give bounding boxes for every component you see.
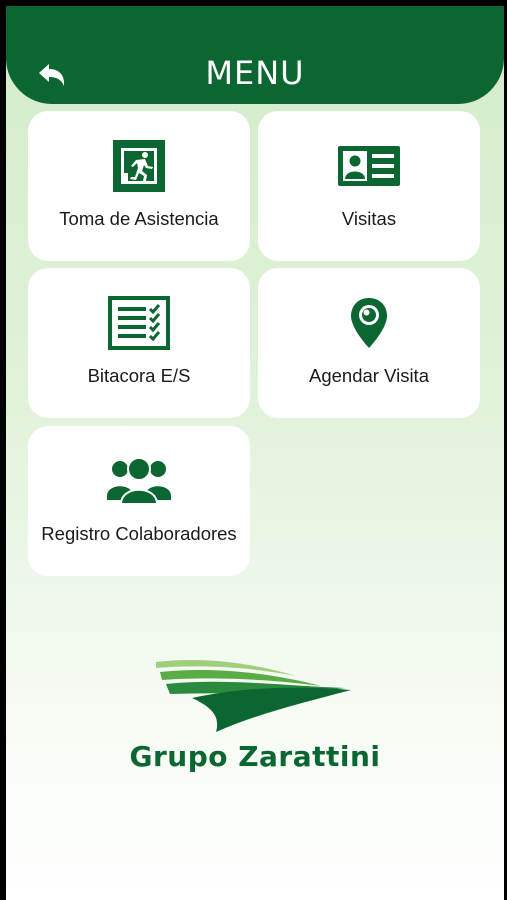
icon-wrapper — [28, 137, 250, 195]
app-screen: MENU Toma de Asistencia Visitas Bitacora… — [6, 6, 504, 900]
group-users-icon — [107, 457, 171, 505]
icon-wrapper — [258, 137, 480, 195]
menu-item-agendar-visita[interactable]: Agendar Visita — [258, 268, 480, 418]
menu-item-bitacora-es[interactable]: Bitacora E/S — [28, 268, 250, 418]
menu-item-label: Toma de Asistencia — [59, 208, 219, 229]
location-pin-icon — [351, 298, 387, 348]
menu-item-label: Registro Colaboradores — [41, 523, 237, 544]
checklist-icon — [108, 296, 170, 350]
icon-wrapper — [28, 294, 250, 352]
menu-item-label: Bitacora E/S — [87, 365, 191, 386]
menu-item-toma-de-asistencia[interactable]: Toma de Asistencia — [28, 111, 250, 261]
brand-name: Grupo Zarattini — [129, 740, 381, 773]
menu-item-label: Agendar Visita — [309, 365, 429, 386]
id-card-icon — [338, 146, 400, 186]
menu-item-label: Visitas — [341, 208, 397, 229]
page-title: MENU — [205, 54, 305, 92]
header-bar: MENU — [6, 6, 504, 104]
icon-wrapper — [28, 452, 250, 510]
icon-wrapper — [258, 294, 480, 352]
emergency-exit-icon — [113, 140, 165, 192]
menu-item-visitas[interactable]: Visitas — [258, 111, 480, 261]
menu-item-registro-colaboradores[interactable]: Registro Colaboradores — [28, 426, 250, 576]
grupo-zarattini-logo — [156, 659, 351, 732]
